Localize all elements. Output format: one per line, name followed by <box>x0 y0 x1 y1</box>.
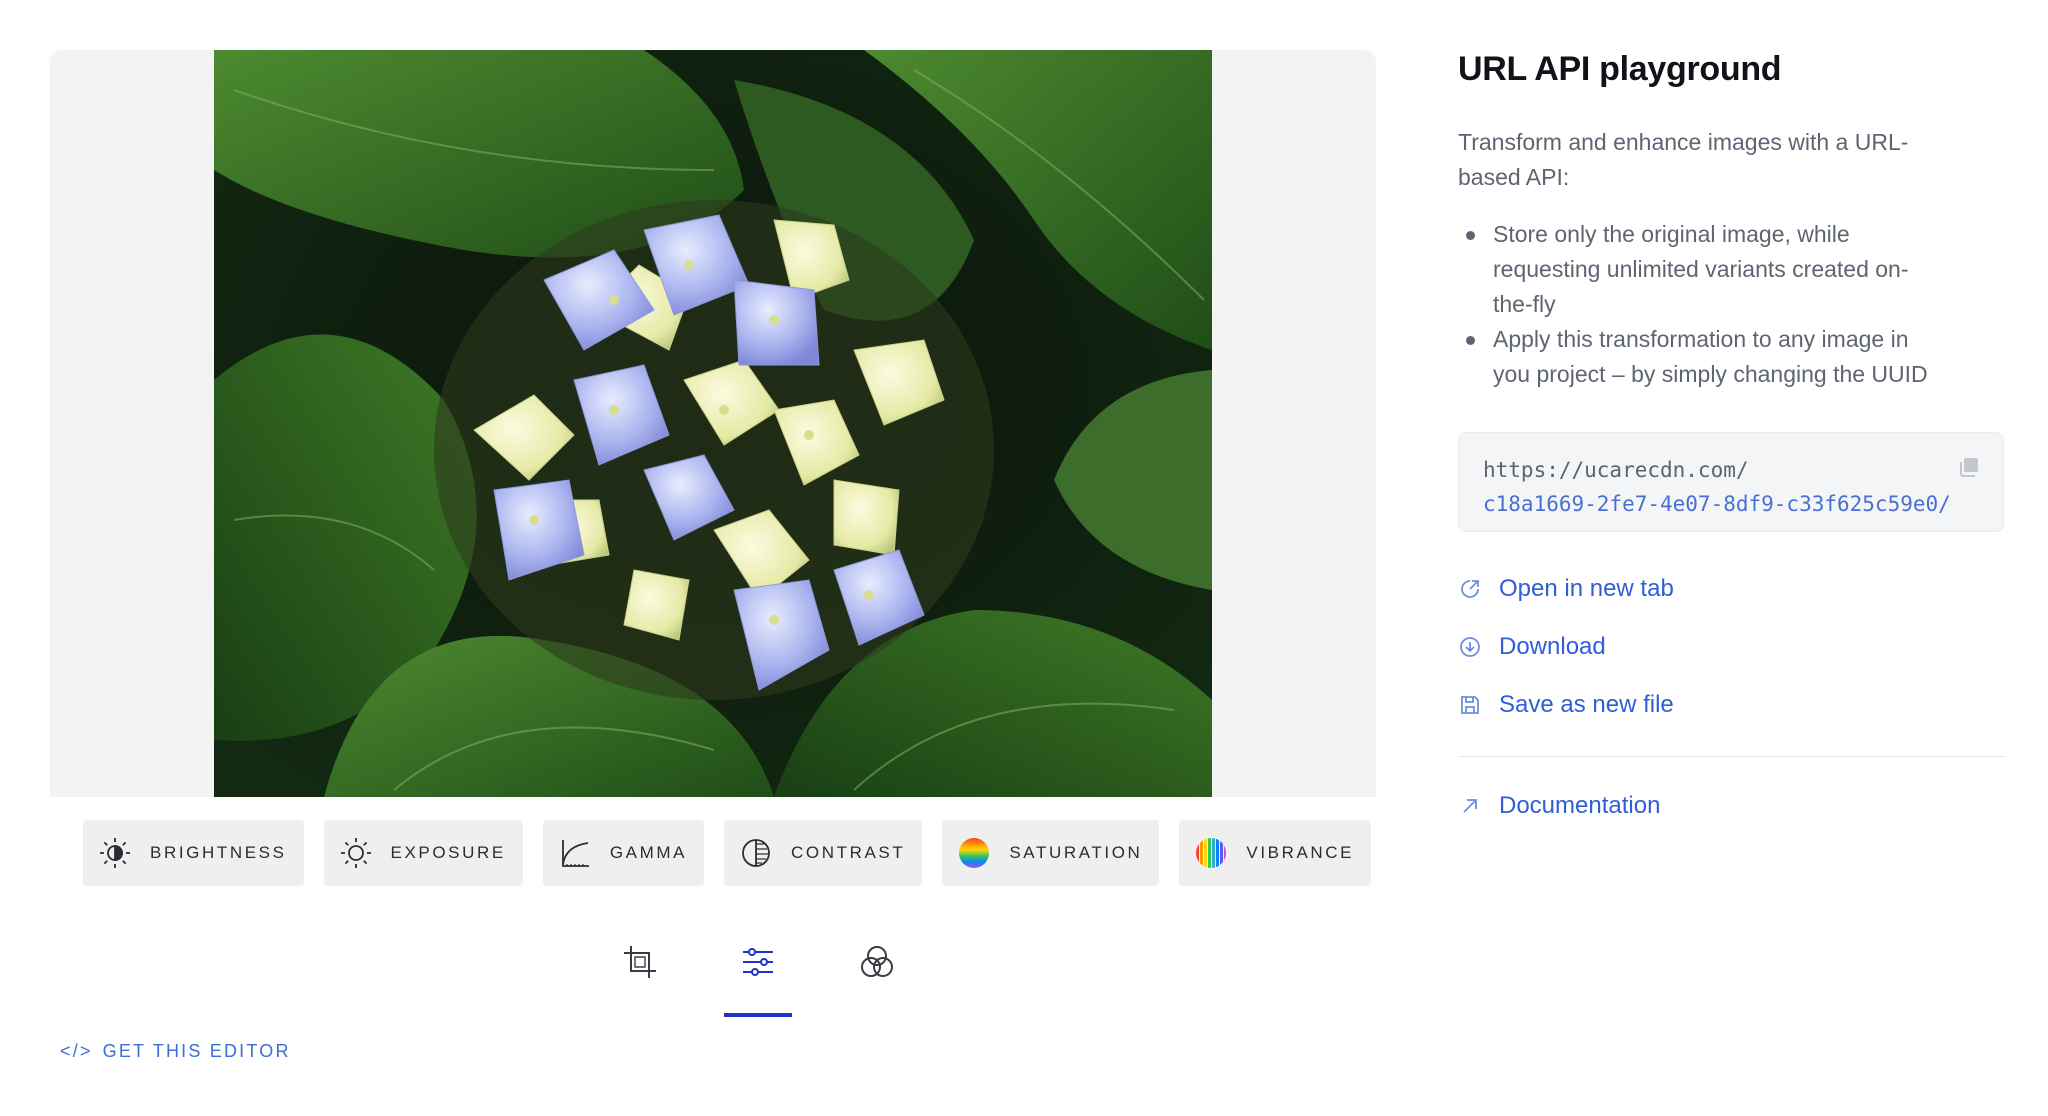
url-code-box[interactable]: https://ucarecdn.com/ c18a1669-2fe7-4e07… <box>1458 432 2004 532</box>
image-editor: BRIGHTNESS EXPOSURE GAMMA CONTRAST SATUR… <box>50 50 1376 1017</box>
brightness-button[interactable]: BRIGHTNESS <box>83 820 304 886</box>
download-link[interactable]: Download <box>1458 618 2004 676</box>
copy-icon[interactable] <box>1957 455 1981 479</box>
sliders-icon <box>743 948 773 976</box>
arrow-up-right-icon <box>1458 794 1482 818</box>
get-editor-label: GET THIS EDITOR <box>102 1041 291 1061</box>
saturation-button[interactable]: SATURATION <box>942 820 1160 886</box>
feature-list: Store only the original image, while req… <box>1458 217 2004 392</box>
saturation-label: SATURATION <box>1009 843 1143 862</box>
open-new-tab-label: Open in new tab <box>1499 575 1674 602</box>
panel-title: URL API playground <box>1458 50 1782 88</box>
code-icon: </> <box>60 1041 93 1061</box>
exposure-button[interactable]: EXPOSURE <box>323 820 523 886</box>
vibrance-button[interactable]: VIBRANCE <box>1179 820 1372 886</box>
divider <box>1458 756 2004 757</box>
external-link-icon <box>1458 577 1482 601</box>
url-host: https://ucarecdn.com/ <box>1483 458 1749 482</box>
documentation-link[interactable]: Documentation <box>1458 777 2004 835</box>
save-as-new-file-label: Save as new file <box>1499 691 1674 718</box>
list-item: Store only the original image, while req… <box>1458 217 1938 322</box>
download-label: Download <box>1499 633 1606 660</box>
canvas-area <box>50 50 1376 797</box>
preview-image[interactable] <box>214 50 1212 797</box>
list-item: Apply this transformation to any image i… <box>1458 322 1938 392</box>
save-as-new-file-link[interactable]: Save as new file <box>1458 676 2004 734</box>
editor-tabs <box>50 907 1376 1017</box>
panel-description: Transform and enhance images with a URL-… <box>1458 129 1909 190</box>
url-api-panel: URL API playground Transform and enhance… <box>1458 50 2004 835</box>
filters-icon <box>861 946 893 977</box>
tab-tuning[interactable] <box>724 935 792 1017</box>
get-this-editor-link[interactable]: </> GET THIS EDITOR <box>60 1041 291 1062</box>
save-icon <box>1458 693 1482 717</box>
vibrance-label: VIBRANCE <box>1246 843 1355 862</box>
brightness-label: BRIGHTNESS <box>150 843 287 862</box>
exposure-icon <box>339 836 373 870</box>
contrast-button[interactable]: CONTRAST <box>724 820 923 886</box>
exposure-label: EXPOSURE <box>390 843 506 862</box>
saturation-icon <box>957 836 991 870</box>
tab-filters[interactable] <box>843 935 911 1017</box>
contrast-icon <box>739 836 773 870</box>
url-uuid: c18a1669-2fe7-4e07-8df9-c33f625c59e0/ <box>1483 492 1951 516</box>
documentation-label: Documentation <box>1499 792 1661 819</box>
contrast-label: CONTRAST <box>791 843 906 862</box>
gamma-icon <box>558 836 592 870</box>
brightness-icon <box>98 836 132 870</box>
tab-crop[interactable] <box>606 935 674 1017</box>
action-links: Open in new tab Download Save as new fil… <box>1458 560 2004 734</box>
download-icon <box>1458 635 1482 659</box>
hydrangea-photo <box>214 50 1212 797</box>
gamma-button[interactable]: GAMMA <box>542 820 705 886</box>
operations-toolbar: BRIGHTNESS EXPOSURE GAMMA CONTRAST SATUR… <box>50 797 1376 907</box>
vibrance-icon <box>1194 836 1228 870</box>
open-new-tab-link[interactable]: Open in new tab <box>1458 560 2004 618</box>
gamma-label: GAMMA <box>609 843 688 862</box>
crop-icon <box>624 946 656 978</box>
